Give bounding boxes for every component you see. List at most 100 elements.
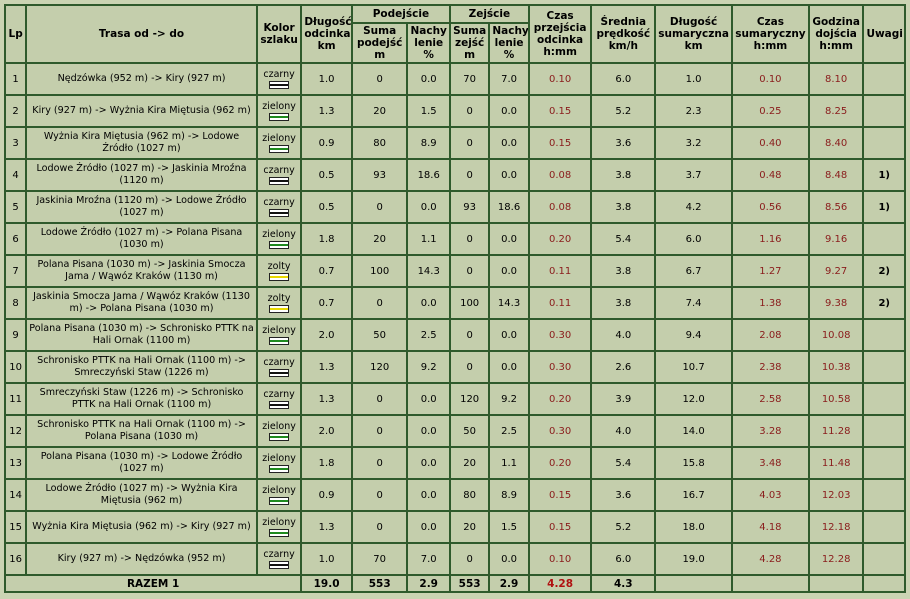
trail-marker-icon [269, 560, 290, 569]
segment-time-cell: 0.11 [529, 288, 591, 318]
descent-slope-cell: 0.0 [490, 224, 528, 254]
segment-length-cell: 0.7 [302, 256, 351, 286]
header-segment-time: Czas przejścia odcinka h:mm [529, 6, 591, 62]
header-notes: Uwagi [864, 6, 904, 62]
arrival-time-cell: 10.58 [809, 384, 863, 414]
descent-sum-cell: 0 [450, 160, 489, 190]
lp-cell: 4 [6, 160, 26, 190]
trail-color-cell: czarny [257, 544, 301, 574]
segment-length-cell: 1.0 [302, 64, 351, 94]
header-descent-sum: Suma zejść m [450, 24, 489, 62]
notes-cell [864, 224, 904, 254]
avg-speed-cell: 3.8 [592, 192, 655, 222]
trail-color-cell: zolty [257, 256, 301, 286]
descent-sum-cell: 0 [450, 256, 489, 286]
segment-time-cell: 0.20 [529, 384, 591, 414]
table-row: 1 Nędzówka (952 m) -> Kiry (927 m) czarny 1… [6, 64, 904, 94]
segment-time-cell: 0.15 [529, 96, 591, 126]
trail-color-swatch: czarny [260, 356, 298, 377]
ascent-sum-cell: 50 [352, 320, 407, 350]
descent-slope-cell: 7.0 [490, 64, 528, 94]
footer-time: 4.28 [529, 576, 591, 591]
trail-color-name: czarny [263, 388, 295, 400]
total-time-cell: 2.38 [733, 352, 808, 382]
trail-color-cell: czarny [257, 160, 301, 190]
ascent-slope-cell: 8.9 [408, 128, 449, 158]
trail-color-cell: zielony [257, 96, 301, 126]
notes-cell [864, 352, 904, 382]
ascent-slope-cell: 0.0 [408, 512, 449, 542]
header-arrival-time: Godzina dojścia h:mm [809, 6, 863, 62]
trail-color-cell: czarny [257, 192, 301, 222]
ascent-slope-cell: 1.1 [408, 224, 449, 254]
footer-ascent-slope: 2.9 [408, 576, 449, 591]
segment-time-cell: 0.11 [529, 256, 591, 286]
arrival-time-cell: 8.10 [809, 64, 863, 94]
ascent-sum-cell: 80 [352, 128, 407, 158]
ascent-slope-cell: 0.0 [408, 448, 449, 478]
route-cell: Kiry (927 m) -> Nędzówka (952 m) [27, 544, 256, 574]
ascent-slope-cell: 0.0 [408, 384, 449, 414]
segment-time-cell: 0.15 [529, 512, 591, 542]
arrival-time-cell: 10.08 [809, 320, 863, 350]
route-cell: Lodowe Źródło (1027 m) -> Wyżnia Kira Mi… [27, 480, 256, 510]
descent-sum-cell: 0 [450, 128, 489, 158]
header-trail-color: Kolor szlaku [257, 6, 301, 62]
segment-time-cell: 0.30 [529, 416, 591, 446]
ascent-sum-cell: 93 [352, 160, 407, 190]
trail-color-swatch: zielony [260, 229, 298, 249]
ascent-sum-cell: 0 [352, 192, 407, 222]
table-row: 2 Kiry (927 m) -> Wyżnia Kira Miętusia (9… [6, 96, 904, 126]
notes-cell [864, 416, 904, 446]
segment-time-cell: 0.10 [529, 64, 591, 94]
descent-sum-cell: 0 [450, 224, 489, 254]
ascent-sum-cell: 0 [352, 416, 407, 446]
segment-time-cell: 0.15 [529, 480, 591, 510]
trail-color-name: zielony [262, 100, 296, 112]
ascent-slope-cell: 7.0 [408, 544, 449, 574]
lp-cell: 11 [6, 384, 26, 414]
total-time-cell: 3.48 [733, 448, 808, 478]
trail-color-swatch: zielony [260, 133, 298, 153]
header-avg-speed: Średnia prędkość km/h [592, 6, 655, 62]
total-length-cell: 3.7 [656, 160, 731, 190]
route-cell: Kiry (927 m) -> Wyżnia Kira Miętusia (96… [27, 96, 256, 126]
total-time-cell: 0.56 [733, 192, 808, 222]
total-length-cell: 18.0 [656, 512, 731, 542]
segment-length-cell: 1.3 [302, 352, 351, 382]
trail-color-name: zolty [267, 260, 291, 272]
trail-color-cell: zielony [257, 512, 301, 542]
trail-color-name: czarny [263, 548, 295, 560]
notes-cell [864, 384, 904, 414]
header-segment-length: Długość odcinka km [302, 6, 351, 62]
trail-marker-icon [269, 496, 290, 505]
descent-sum-cell: 20 [450, 448, 489, 478]
lp-cell: 14 [6, 480, 26, 510]
total-length-cell: 6.7 [656, 256, 731, 286]
segment-length-cell: 0.7 [302, 288, 351, 318]
trail-color-name: zolty [267, 292, 291, 304]
avg-speed-cell: 3.6 [592, 128, 655, 158]
total-length-cell: 6.0 [656, 224, 731, 254]
footer-ascent-sum: 553 [352, 576, 407, 591]
trail-marker-icon [269, 176, 290, 185]
segment-time-cell: 0.20 [529, 224, 591, 254]
total-length-cell: 7.4 [656, 288, 731, 318]
route-cell: Schronisko PTTK na Hali Ornak (1100 m) -… [27, 352, 256, 382]
table-row: 15 Wyżnia Kira Miętusia (962 m) -> Kiry (… [6, 512, 904, 542]
descent-slope-cell: 1.5 [490, 512, 528, 542]
table-row: 12 Schronisko PTTK na Hali Ornak (1100 m)… [6, 416, 904, 446]
descent-sum-cell: 70 [450, 64, 489, 94]
lp-cell: 6 [6, 224, 26, 254]
segment-length-cell: 1.8 [302, 448, 351, 478]
total-time-cell: 3.28 [733, 416, 808, 446]
avg-speed-cell: 5.2 [592, 96, 655, 126]
trail-color-name: czarny [263, 356, 295, 368]
table-row: 16 Kiry (927 m) -> Nędzówka (952 m) czarny… [6, 544, 904, 574]
total-time-cell: 1.16 [733, 224, 808, 254]
trail-color-swatch: czarny [260, 69, 298, 89]
arrival-time-cell: 8.25 [809, 96, 863, 126]
trail-color-name: zielony [262, 516, 296, 528]
total-length-cell: 4.2 [656, 192, 731, 222]
table-row: 8 Jaskinia Smocza Jama / Wąwóz Kraków (11… [6, 288, 904, 318]
